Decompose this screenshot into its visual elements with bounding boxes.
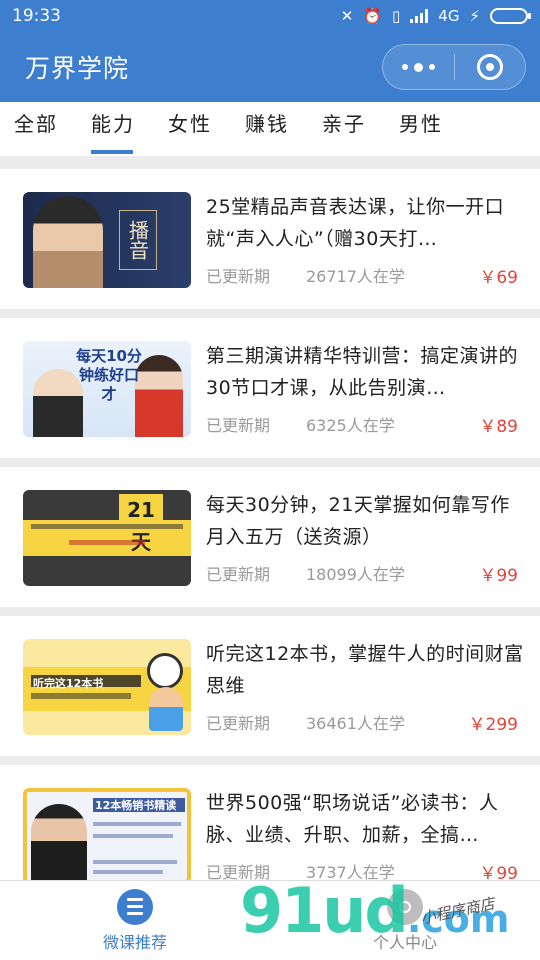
miniprogram-capsule	[382, 44, 526, 90]
status-time: 19:33	[12, 6, 61, 26]
mute-icon: ✕	[340, 7, 354, 25]
tab-ability[interactable]: 能力	[91, 102, 135, 156]
tab-recommend[interactable]: 微课推荐	[0, 881, 270, 960]
vibrate-icon: ▯	[392, 7, 401, 25]
course-price: ￥299	[468, 715, 518, 735]
tab-women[interactable]: 女性	[168, 102, 212, 156]
clock-icon	[147, 653, 183, 689]
course-learner-count: 18099人在学	[306, 565, 405, 584]
category-tabs: 全部 能力 女性 赚钱 亲子 男性	[0, 102, 540, 156]
close-miniprogram-button[interactable]	[455, 54, 526, 80]
page-title: 万界学院	[25, 54, 130, 83]
close-circle-icon	[476, 54, 503, 80]
course-card[interactable]: 播音 25堂精品声音表达课，让你一开口就“声入人心”（赠30天打… 已更新期 2…	[0, 169, 540, 309]
course-thumbnail: 12本畅销书精读	[23, 788, 191, 884]
course-update-status: 已更新期	[206, 565, 271, 584]
course-price: ￥99	[479, 566, 518, 586]
course-title: 每天30分钟，21天掌握如何靠写作月入五万（送资源）	[206, 494, 510, 548]
course-learner-count: 26717人在学	[306, 267, 405, 286]
course-update-status: 已更新期	[206, 267, 271, 286]
course-thumbnail: 听完这12本书	[23, 639, 191, 735]
course-thumbnail: 播音	[23, 192, 191, 288]
status-bar: 19:33 ✕ ⏰ ▯ 4G ⚡	[0, 0, 540, 32]
more-dot-icon	[428, 64, 435, 70]
course-thumbnail: 21天	[23, 490, 191, 586]
course-title: 听完这12本书，掌握牛人的时间财富思维	[206, 643, 524, 697]
tab-all[interactable]: 全部	[14, 102, 58, 156]
course-update-status: 已更新期	[206, 714, 271, 733]
course-thumbnail: 每天10分钟练好口才	[23, 341, 191, 437]
course-card[interactable]: 听完这12本书 听完这12本书，掌握牛人的时间财富思维 已更新期 36461人在…	[0, 616, 540, 756]
alarm-icon: ⏰	[363, 7, 383, 25]
list-icon	[117, 888, 153, 925]
course-price: ￥89	[479, 417, 518, 437]
course-learner-count: 36461人在学	[306, 714, 405, 733]
network-label: 4G	[438, 7, 460, 25]
tab-men[interactable]: 男性	[399, 102, 443, 156]
course-update-status: 已更新期	[206, 416, 271, 435]
course-title: 世界500强“职场说话”必读书：人脉、业绩、升职、加薪，全搞…	[206, 792, 499, 846]
course-card[interactable]: 21天 每天30分钟，21天掌握如何靠写作月入五万（送资源） 已更新期 1809…	[0, 467, 540, 607]
battery-icon	[490, 8, 531, 24]
course-title: 第三期演讲精华特训营：搞定演讲的30节口才课，从此告别演…	[206, 345, 519, 399]
course-learner-count: 6325人在学	[306, 416, 395, 435]
more-menu-button[interactable]	[383, 62, 454, 72]
tab-money[interactable]: 赚钱	[245, 102, 289, 156]
signal-icon	[410, 9, 429, 23]
tab-parenting[interactable]: 亲子	[322, 102, 366, 156]
course-list: 播音 25堂精品声音表达课，让你一开口就“声入人心”（赠30天打… 已更新期 2…	[0, 169, 540, 914]
charging-icon: ⚡	[469, 7, 480, 25]
more-dot-icon	[401, 64, 408, 70]
course-price: ￥69	[479, 268, 518, 288]
tab-recommend-label: 微课推荐	[102, 932, 167, 952]
course-card[interactable]: 每天10分钟练好口才 第三期演讲精华特训营：搞定演讲的30节口才课，从此告别演……	[0, 318, 540, 458]
course-title: 25堂精品声音表达课，让你一开口就“声入人心”（赠30天打…	[206, 196, 505, 250]
nav-bar: 万界学院	[0, 32, 540, 102]
more-dot-icon	[413, 62, 423, 72]
